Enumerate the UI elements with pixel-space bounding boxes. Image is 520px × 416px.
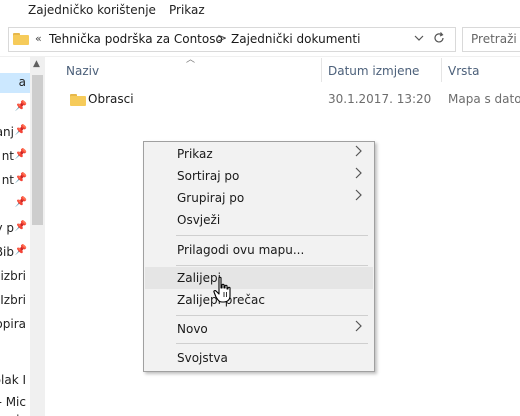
menu-separator (176, 235, 368, 236)
nav-item[interactable]: 📌 (0, 99, 30, 119)
navigation-pane: a 📌 anj📌 nt📌 nt📌 📌 y p📌 Bib📌 izbri Izbri… (0, 57, 30, 416)
menu-item-zalijepi[interactable]: Zalijepi (145, 267, 373, 289)
nav-item[interactable]: Kopira (0, 315, 30, 335)
context-menu: Prikaz Sortiraj po Grupiraj po Osvježi P… (143, 141, 375, 372)
menu-item-svojstva[interactable]: Svojstva (145, 347, 373, 369)
menu-item-grupiraj-po[interactable]: Grupiraj po (145, 187, 373, 209)
menu-item-zalijepi-precac[interactable]: Zalijepi prečac (145, 289, 373, 311)
nav-item[interactable]: y p📌 (0, 219, 30, 239)
refresh-icon[interactable] (432, 31, 446, 48)
nav-item[interactable]: izbri (0, 267, 30, 287)
folder-icon (13, 33, 29, 45)
pin-icon: 📌 (14, 101, 27, 112)
file-type: Mapa s datote (448, 92, 520, 106)
column-divider[interactable] (321, 58, 322, 82)
file-row[interactable]: Obrasci 30.1.2017. 13:20 Mapa s datote (60, 90, 520, 110)
search-input[interactable]: Pretraži m (462, 27, 520, 52)
file-date: 30.1.2017. 13:20 (328, 92, 432, 106)
nav-item[interactable]: blak I (0, 371, 30, 391)
nav-item[interactable]: a (0, 73, 30, 93)
breadcrumb-zajednicki-dokumenti[interactable]: Zajednički dokumenti (231, 32, 360, 46)
menu-item-prikaz[interactable]: Prikaz (145, 143, 373, 165)
nav-item[interactable]: nt 📌 (0, 171, 30, 191)
breadcrumb-separator[interactable]: > (217, 31, 227, 45)
address-row: « Tehnička podrška za Contoso > Zajednič… (0, 22, 520, 57)
menu-item-novo[interactable]: Novo (145, 318, 373, 340)
pin-icon: 📌 (14, 245, 27, 256)
pin-icon: 📌 (14, 149, 27, 160)
pin-icon: 📌 (14, 197, 27, 208)
scrollbar-thumb[interactable] (32, 75, 43, 225)
nav-item[interactable]: anj📌 (0, 123, 30, 143)
tab-view[interactable]: Prikaz (169, 3, 205, 17)
chevron-down-icon[interactable] (414, 32, 424, 46)
nav-item[interactable] (0, 345, 30, 365)
column-header-name[interactable]: Naziv (66, 57, 321, 85)
pin-icon: 📌 (14, 125, 27, 136)
file-name: Obrasci (88, 92, 134, 106)
nav-item[interactable]: Izbri (0, 291, 30, 311)
search-placeholder: Pretraži m (471, 32, 520, 46)
column-header-type[interactable]: Vrsta (448, 57, 518, 85)
menu-item-osvjezi[interactable]: Osvježi (145, 209, 373, 231)
menu-separator (176, 343, 368, 344)
column-header-date[interactable]: Datum izmjene (328, 57, 438, 85)
menu-item-prilagodi-ovu-mapu[interactable]: Prilagodi ovu mapu... (145, 239, 373, 261)
nav-item[interactable]: 📌 (0, 195, 30, 215)
chevron-right-icon (355, 145, 363, 161)
chevron-right-icon (355, 189, 363, 205)
nav-item[interactable]: nt 📌 (0, 147, 30, 167)
column-divider[interactable] (441, 58, 442, 82)
nav-item[interactable]: ic (0, 411, 30, 416)
pin-icon: 📌 (14, 221, 27, 232)
overflow-chevron[interactable]: « (35, 32, 42, 45)
hand-pointer-icon (213, 276, 231, 303)
nav-item[interactable]: Bib📌 (0, 243, 30, 263)
menu-separator (176, 265, 368, 266)
chevron-right-icon (355, 320, 363, 336)
nav-item[interactable]: - Mic (0, 393, 30, 413)
breadcrumb-tehnicka-podrska[interactable]: Tehnička podrška za Contoso (49, 32, 223, 46)
chevron-right-icon (355, 167, 363, 183)
menu-separator (176, 315, 368, 316)
ribbon: Zajedničko korištenje Prikaz (0, 0, 520, 22)
folder-icon (70, 94, 86, 106)
pin-icon: 📌 (14, 173, 27, 184)
tab-share[interactable]: Zajedničko korištenje (28, 3, 156, 17)
nav-scrollbar[interactable]: ▲ (30, 57, 45, 416)
address-bar[interactable]: « Tehnička podrška za Contoso > Zajednič… (8, 27, 456, 52)
menu-item-sortiraj-po[interactable]: Sortiraj po (145, 165, 373, 187)
scroll-up-icon[interactable]: ▲ (33, 59, 40, 69)
